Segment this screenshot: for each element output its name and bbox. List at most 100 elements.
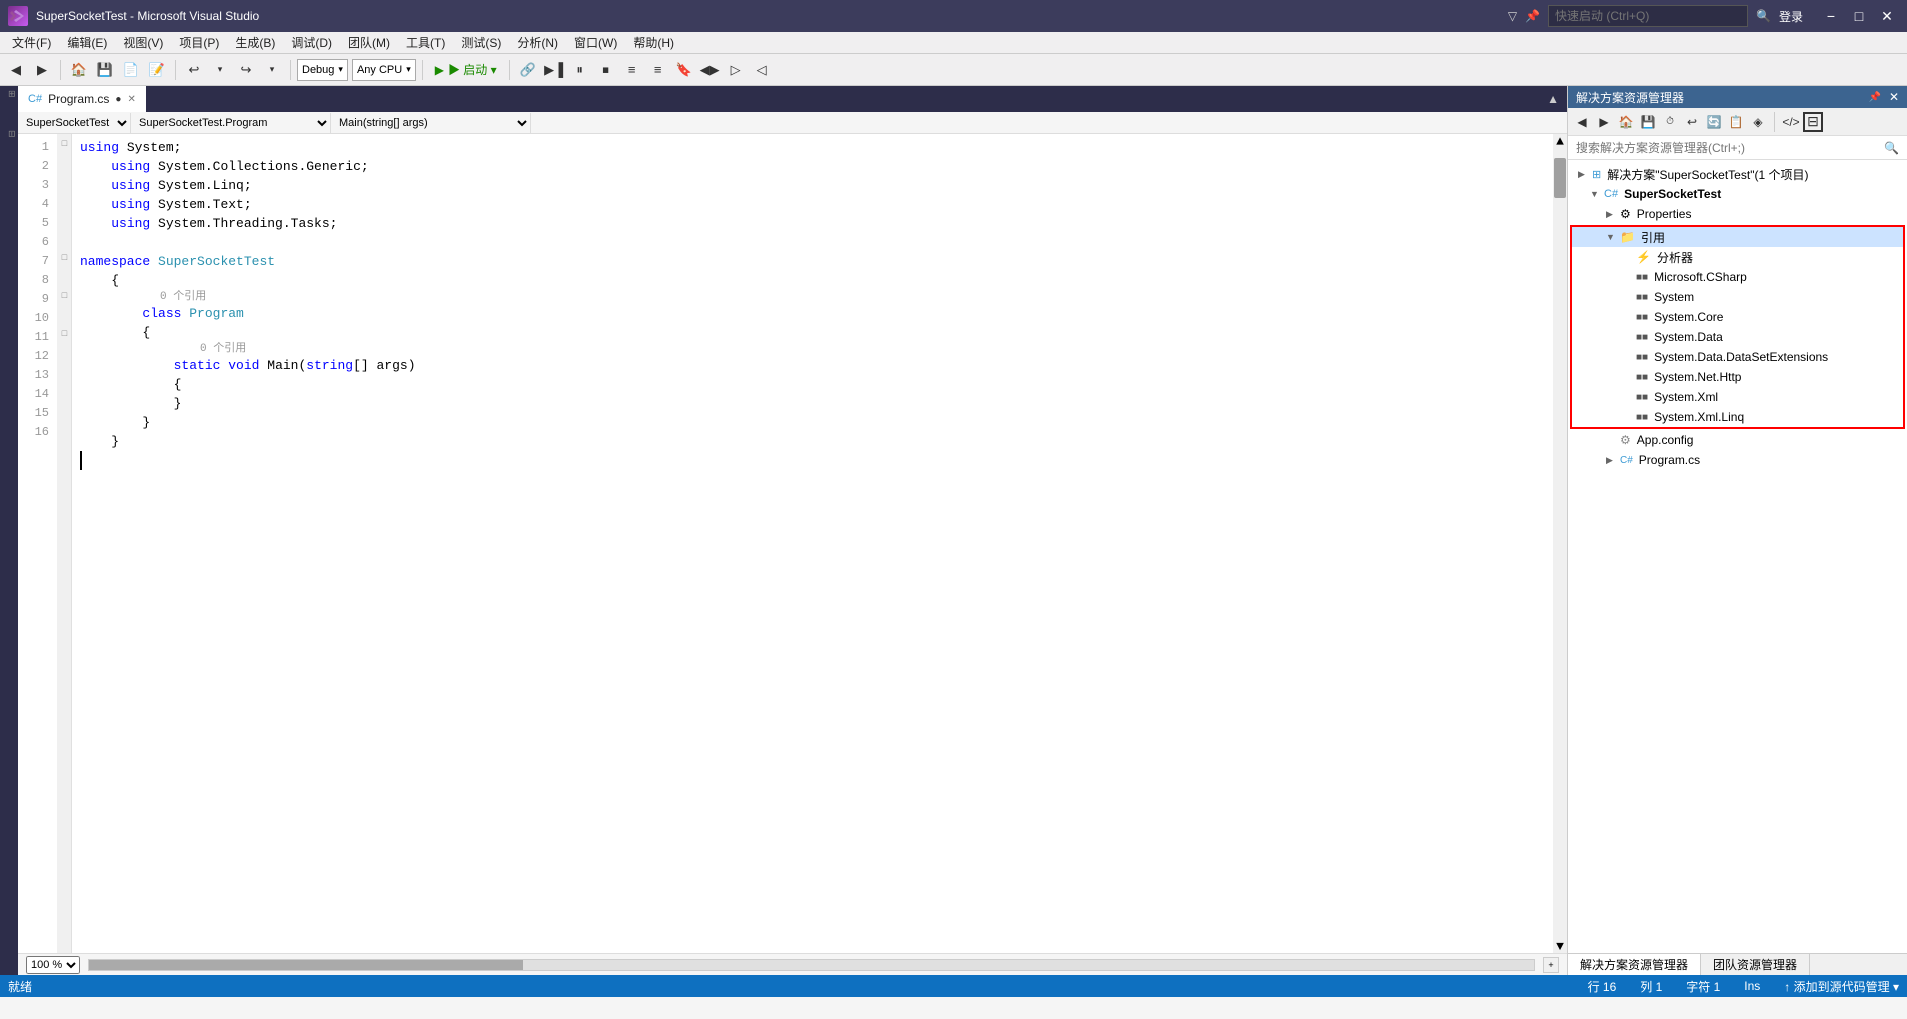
toolbar-btn1[interactable]: ▶▐ bbox=[542, 58, 566, 82]
tab-team-explorer[interactable]: 团队资源管理器 bbox=[1701, 954, 1810, 975]
tab-solution-explorer[interactable]: 解决方案资源管理器 bbox=[1568, 954, 1701, 975]
horizontal-scrollbar[interactable] bbox=[88, 959, 1535, 971]
menu-window[interactable]: 窗口(W) bbox=[566, 32, 625, 53]
redo-dropdown[interactable]: ▾ bbox=[260, 58, 284, 82]
solution-root[interactable]: ▶ ⊞ 解决方案"SuperSocketTest"(1 个项目) bbox=[1568, 164, 1907, 184]
debug-config-dropdown[interactable]: Debug ▾ bbox=[297, 59, 348, 81]
zoom-select[interactable]: 100 % bbox=[26, 956, 80, 974]
attach-button[interactable]: 🔗 bbox=[516, 58, 540, 82]
properties-icon: ⚙ bbox=[1620, 207, 1631, 221]
maximize-button[interactable]: □ bbox=[1847, 6, 1871, 26]
home-sol-button[interactable]: 🏠 bbox=[1616, 112, 1636, 132]
menu-tools[interactable]: 工具(T) bbox=[398, 32, 453, 53]
menu-edit[interactable]: 编辑(E) bbox=[59, 32, 115, 53]
h-scroll-thumb[interactable] bbox=[89, 960, 523, 970]
sol-btn1[interactable]: ⏱ bbox=[1660, 112, 1680, 132]
nav-forward-button[interactable]: ▶ bbox=[1594, 112, 1614, 132]
menu-file[interactable]: 文件(F) bbox=[4, 32, 59, 53]
save-sol-button[interactable]: 💾 bbox=[1638, 112, 1658, 132]
status-bar: 就绪 行 16 列 1 字符 1 Ins ↑ 添加到源代码管理 ▾ bbox=[0, 975, 1907, 997]
menu-project[interactable]: 项目(P) bbox=[171, 32, 227, 53]
tab-close-button[interactable]: ✕ bbox=[127, 94, 135, 105]
nav-back-button[interactable]: ◀ bbox=[1572, 112, 1592, 132]
system-data-node[interactable]: ■■ System.Data bbox=[1572, 327, 1903, 347]
pin-solution-icon[interactable]: 📌 bbox=[1868, 92, 1880, 103]
system-node[interactable]: ■■ System bbox=[1572, 287, 1903, 307]
menu-team[interactable]: 团队(M) bbox=[340, 32, 398, 53]
toolbar-btn5[interactable]: ≡ bbox=[646, 58, 670, 82]
ms-csharp-node[interactable]: ■■ Microsoft.CSharp bbox=[1572, 267, 1903, 287]
new-file-button[interactable]: 📝 bbox=[145, 58, 169, 82]
menu-build[interactable]: 生成(B) bbox=[227, 32, 283, 53]
forward-button[interactable]: ▶ bbox=[30, 58, 54, 82]
scroll-thumb[interactable] bbox=[1554, 158, 1566, 198]
toolbar-btn8[interactable]: ◁ bbox=[750, 58, 774, 82]
start-button[interactable]: ▶ ▶ 启动 ▾ bbox=[429, 59, 503, 80]
system-xml-node[interactable]: ■■ System.Xml bbox=[1572, 387, 1903, 407]
add-column-button[interactable]: + bbox=[1543, 957, 1559, 973]
code-content[interactable]: using System; using System.Collections.G… bbox=[72, 134, 1553, 953]
bookmark-button[interactable]: 🔖 bbox=[672, 58, 696, 82]
toolbar-btn4[interactable]: ≡ bbox=[620, 58, 644, 82]
scroll-track[interactable] bbox=[1553, 148, 1567, 939]
sol-btn2[interactable]: ↩ bbox=[1682, 112, 1702, 132]
menu-analyze[interactable]: 分析(N) bbox=[509, 32, 566, 53]
solution-search-input[interactable] bbox=[1576, 141, 1884, 155]
home-button[interactable]: 🏠 bbox=[67, 58, 91, 82]
minimize-button[interactable]: − bbox=[1819, 6, 1843, 26]
login-button[interactable]: 登录 bbox=[1779, 8, 1803, 25]
menu-debug[interactable]: 调试(D) bbox=[283, 32, 340, 53]
back-button[interactable]: ◀ bbox=[4, 58, 28, 82]
scroll-up[interactable]: ▲ bbox=[1553, 134, 1567, 148]
toolbar-btn6[interactable]: ◀▶ bbox=[698, 58, 722, 82]
undo-dropdown[interactable]: ▾ bbox=[208, 58, 232, 82]
close-solution-icon[interactable]: ✕ bbox=[1889, 90, 1899, 104]
toolbar-btn2[interactable]: ⏸ bbox=[568, 58, 592, 82]
code-editor[interactable]: 12345 678910 1112131415 16 □ □ □ □ using bbox=[18, 134, 1567, 953]
solution-expander[interactable]: ▲ bbox=[1539, 86, 1567, 112]
system-data-ext-label: System.Data.DataSetExtensions bbox=[1654, 350, 1828, 364]
solution-search-icon: 🔍 bbox=[1884, 141, 1899, 155]
class-nav-dropdown[interactable]: SuperSocketTest.Program bbox=[131, 113, 331, 133]
editor-scrollbar[interactable]: ▲ ▼ bbox=[1553, 134, 1567, 953]
system-xml-ref-icon: ■■ bbox=[1636, 392, 1648, 403]
props-button[interactable]: ⊟ bbox=[1803, 112, 1823, 132]
app-config-node[interactable]: ⚙ App.config bbox=[1568, 430, 1907, 450]
left-icon-1[interactable]: ⊞ bbox=[1, 90, 17, 130]
system-xml-linq-node[interactable]: ■■ System.Xml.Linq bbox=[1572, 407, 1903, 427]
char-info: 字符 1 bbox=[1686, 978, 1720, 995]
menu-help[interactable]: 帮助(H) bbox=[625, 32, 682, 53]
close-button[interactable]: ✕ bbox=[1875, 6, 1899, 26]
project-nav-dropdown[interactable]: SuperSocketTest bbox=[18, 113, 131, 133]
tab-bar: C# Program.cs ● ✕ ▲ bbox=[18, 86, 1567, 112]
refresh-button[interactable]: 🔄 bbox=[1704, 112, 1724, 132]
code-view-button[interactable]: </> bbox=[1781, 112, 1801, 132]
sol-btn3[interactable]: 📋 bbox=[1726, 112, 1746, 132]
left-icon-2[interactable]: ⊟ bbox=[1, 130, 17, 170]
tab-program-cs[interactable]: C# Program.cs ● ✕ bbox=[18, 86, 146, 112]
undo-button[interactable]: ↩ bbox=[182, 58, 206, 82]
program-cs-node[interactable]: ▶ C# Program.cs bbox=[1568, 450, 1907, 470]
save-all-button[interactable]: 📄 bbox=[119, 58, 143, 82]
system-net-http-node[interactable]: ■■ System.Net.Http bbox=[1572, 367, 1903, 387]
menu-test[interactable]: 测试(S) bbox=[453, 32, 509, 53]
cpu-dropdown[interactable]: Any CPU ▾ bbox=[352, 59, 416, 81]
analyzer-node[interactable]: ⚡ 分析器 bbox=[1572, 247, 1903, 267]
sol-btn4[interactable]: ◈ bbox=[1748, 112, 1768, 132]
redo-button[interactable]: ↪ bbox=[234, 58, 258, 82]
scroll-down[interactable]: ▼ bbox=[1553, 939, 1567, 953]
quick-launch-input[interactable] bbox=[1548, 5, 1748, 27]
system-xml-linq-label: System.Xml.Linq bbox=[1654, 410, 1744, 424]
method-nav-dropdown[interactable]: Main(string[] args) bbox=[331, 113, 531, 133]
system-core-node[interactable]: ■■ System.Core bbox=[1572, 307, 1903, 327]
properties-node[interactable]: ▶ ⚙ Properties bbox=[1568, 204, 1907, 224]
solution-search-bar[interactable]: 🔍 bbox=[1568, 136, 1907, 160]
menu-view[interactable]: 视图(V) bbox=[115, 32, 171, 53]
save-button[interactable]: 💾 bbox=[93, 58, 117, 82]
toolbar-btn3[interactable]: ⏹ bbox=[594, 58, 618, 82]
system-data-ext-node[interactable]: ■■ System.Data.DataSetExtensions bbox=[1572, 347, 1903, 367]
system-data-ref-icon: ■■ bbox=[1636, 332, 1648, 343]
project-node[interactable]: ▼ C# SuperSocketTest bbox=[1568, 184, 1907, 204]
references-node[interactable]: ▼ 📁 引用 bbox=[1572, 227, 1903, 247]
toolbar-btn7[interactable]: ▷ bbox=[724, 58, 748, 82]
